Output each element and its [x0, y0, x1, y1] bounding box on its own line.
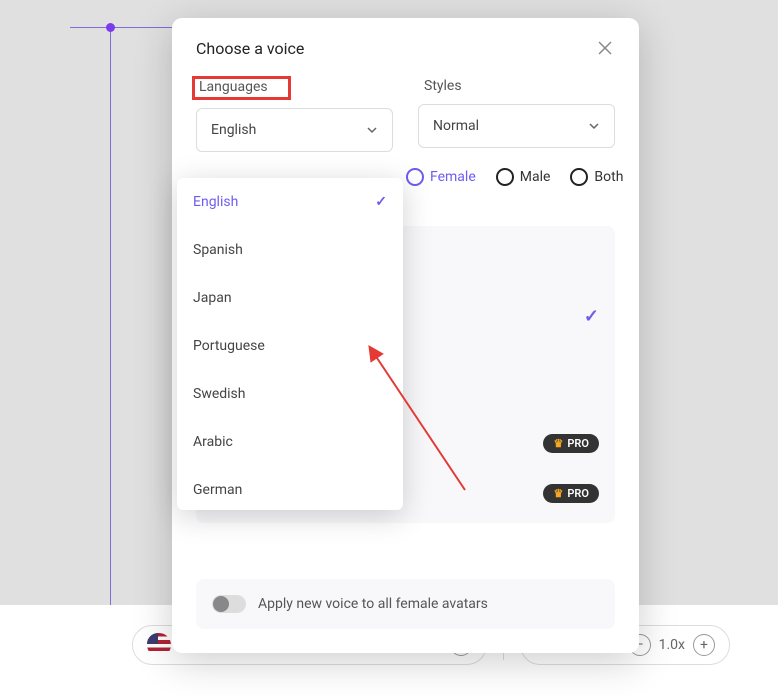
- gender-radio-group: Female Male Both: [406, 168, 615, 186]
- gender-male-label: Male: [520, 169, 551, 185]
- apply-all-footer: Apply new voice to all female avatars: [196, 579, 615, 629]
- timeline-dot: [106, 23, 115, 32]
- language-option-portuguese[interactable]: Portuguese: [177, 322, 403, 370]
- gender-male[interactable]: Male: [496, 168, 551, 186]
- gender-female-label: Female: [430, 169, 476, 185]
- styles-selected-value: Normal: [433, 118, 479, 134]
- apply-all-toggle[interactable]: [212, 595, 246, 613]
- languages-dropdown-menu: English ✓ Spanish Japan Portuguese Swedi…: [177, 178, 403, 510]
- apply-all-label: Apply new voice to all female avatars: [258, 596, 488, 612]
- language-option-label: Swedish: [193, 386, 246, 402]
- language-option-label: English: [193, 194, 238, 210]
- language-option-german[interactable]: German: [177, 466, 403, 510]
- check-icon: ✓: [375, 194, 387, 210]
- language-option-japan[interactable]: Japan: [177, 274, 403, 322]
- pro-badge: PRO: [543, 484, 599, 503]
- gender-both-label: Both: [594, 169, 623, 185]
- language-option-english[interactable]: English ✓: [177, 178, 403, 226]
- language-option-label: Spanish: [193, 242, 243, 258]
- radio-icon: [406, 168, 424, 186]
- modal-header: Choose a voice: [196, 38, 615, 58]
- language-option-label: Arabic: [193, 434, 233, 450]
- language-option-swedish[interactable]: Swedish: [177, 370, 403, 418]
- languages-label: Languages: [192, 76, 291, 100]
- language-option-label: Japan: [193, 290, 232, 306]
- chevron-down-icon: [588, 120, 600, 132]
- languages-selected-value: English: [211, 122, 256, 138]
- close-icon[interactable]: [595, 38, 615, 58]
- plus-icon[interactable]: +: [693, 634, 715, 656]
- languages-dropdown[interactable]: English: [196, 108, 393, 152]
- check-icon: ✓: [584, 306, 599, 327]
- styles-dropdown[interactable]: Normal: [418, 104, 615, 148]
- radio-icon: [496, 168, 514, 186]
- languages-filter: Languages English: [196, 76, 393, 152]
- chevron-down-icon: [366, 124, 378, 136]
- us-flag-icon: [147, 633, 171, 657]
- gender-female[interactable]: Female: [406, 168, 476, 186]
- gender-both[interactable]: Both: [570, 168, 623, 186]
- styles-filter: Styles Normal: [418, 76, 615, 152]
- language-option-spanish[interactable]: Spanish: [177, 226, 403, 274]
- styles-label: Styles: [418, 76, 615, 96]
- modal-title: Choose a voice: [196, 39, 304, 58]
- language-option-label: Portuguese: [193, 338, 265, 354]
- timeline-vertical-line: [110, 27, 111, 605]
- language-option-arabic[interactable]: Arabic: [177, 418, 403, 466]
- radio-icon: [570, 168, 588, 186]
- choose-voice-modal: Choose a voice Languages English Styles …: [172, 18, 639, 653]
- filters-row: Languages English Styles Normal: [196, 76, 615, 152]
- timeline-horizontal-line: [70, 27, 180, 28]
- language-option-label: German: [193, 482, 242, 498]
- pro-badge: PRO: [543, 434, 599, 453]
- speed-value: 1.0x: [659, 637, 685, 653]
